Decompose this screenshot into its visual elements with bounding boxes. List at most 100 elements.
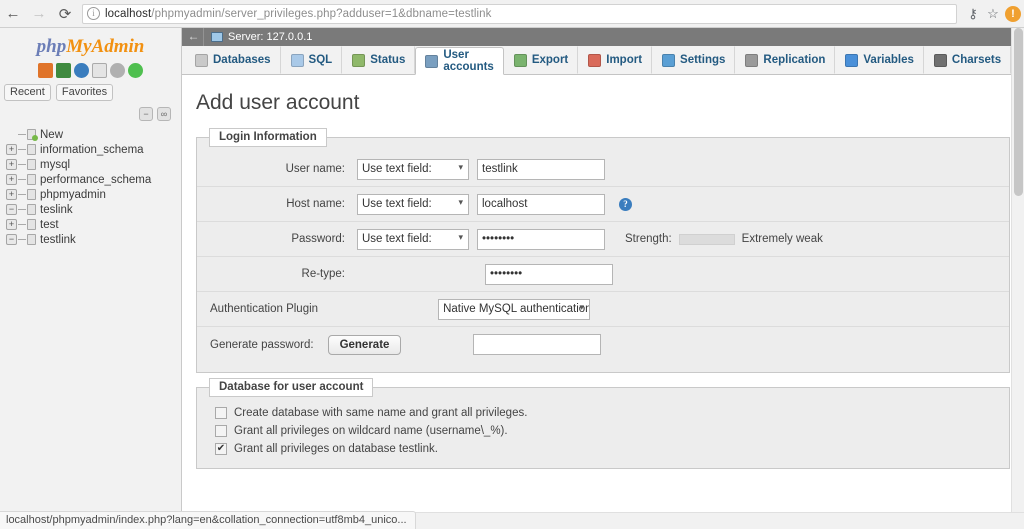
url-path: /phpmyadmin/server_privileges.php?adduse…: [151, 7, 492, 20]
collapse-all-icon[interactable]: −: [139, 107, 153, 121]
user-name-select[interactable]: Use text field:: [357, 158, 469, 180]
strength-meter: [678, 233, 735, 245]
forward-button[interactable]: →: [26, 0, 52, 28]
refresh-icon[interactable]: [128, 63, 143, 78]
password-input[interactable]: [477, 228, 605, 250]
vertical-scrollbar[interactable]: [1011, 28, 1024, 512]
generate-button[interactable]: Generate: [327, 334, 402, 355]
auth-plugin-select[interactable]: Native MySQL authentication: [438, 298, 591, 320]
tree-item-mysql[interactable]: + mysql: [6, 157, 181, 172]
tree-line: [18, 209, 26, 210]
user-name-input[interactable]: [477, 158, 605, 180]
address-bar[interactable]: i localhost/phpmyadmin/server_privileges…: [82, 3, 957, 24]
tree-line: [18, 239, 26, 240]
tab-label: Replication: [763, 54, 826, 66]
host-name-select[interactable]: Use text field:: [357, 193, 469, 215]
database-icon: [27, 174, 36, 185]
retype-input[interactable]: [485, 263, 613, 285]
tree-item-label: testlink: [40, 233, 76, 246]
recent-button[interactable]: Recent: [4, 84, 51, 101]
tree-item-performance_schema[interactable]: + performance_schema: [6, 172, 181, 187]
favorites-button[interactable]: Favorites: [55, 84, 114, 101]
tree-item-phpmyadmin[interactable]: + phpmyadmin: [6, 187, 181, 202]
user-accounts-icon: [425, 54, 439, 68]
database-icon: [27, 144, 36, 155]
expand-icon[interactable]: +: [6, 144, 17, 155]
checkbox-icon[interactable]: ✔: [215, 443, 227, 455]
phpmyadmin-logo[interactable]: phpMyAdmin: [0, 28, 181, 60]
status-bar: localhost/phpmyadmin/index.php?lang=en&c…: [0, 511, 416, 529]
generated-password-input[interactable]: [473, 334, 602, 355]
site-info-icon[interactable]: i: [87, 7, 100, 20]
tree-item-new[interactable]: New: [6, 127, 181, 142]
tab-charsets[interactable]: Charsets: [924, 46, 1012, 74]
tree-item-information_schema[interactable]: + information_schema: [6, 142, 181, 157]
collapse-icon[interactable]: −: [6, 234, 17, 245]
tab-status[interactable]: Status: [342, 46, 416, 74]
main-tab-bar: Databases SQL Status User accounts Export Imp…: [182, 46, 1024, 75]
tree-link-icon[interactable]: ∞: [157, 107, 171, 121]
tree-item-label: New: [40, 128, 64, 141]
password-select[interactable]: Use text field:: [357, 228, 469, 250]
server-icon: [211, 32, 223, 42]
strength-value: Extremely weak: [741, 233, 823, 245]
database-for-user-legend: Database for user account: [209, 378, 374, 397]
settings-gear-icon[interactable]: [110, 63, 125, 78]
checkbox-icon[interactable]: [215, 425, 227, 437]
tree-item-test[interactable]: + test: [6, 217, 181, 232]
tab-variables[interactable]: Variables: [835, 46, 924, 74]
sidebar-icon-row: [0, 60, 181, 82]
host-name-input[interactable]: [477, 193, 605, 215]
tab-sql[interactable]: SQL: [281, 46, 343, 74]
doc-icon[interactable]: [92, 63, 107, 78]
tab-label: User accounts: [443, 49, 494, 73]
tab-user-accounts[interactable]: User accounts: [415, 47, 504, 75]
tree-item-label: mysql: [40, 158, 71, 171]
privilege-checkbox-label: Create database with same name and grant…: [234, 407, 528, 419]
database-icon: [27, 204, 36, 215]
tree-line: [18, 179, 26, 180]
tab-import[interactable]: Import: [578, 46, 653, 74]
tab-databases[interactable]: Databases: [185, 46, 281, 74]
tree-item-label: teslink: [40, 203, 73, 216]
home-icon[interactable]: [38, 63, 53, 78]
login-information-legend: Login Information: [209, 128, 327, 147]
row-host-name: Host name: Use text field: ?: [197, 187, 1009, 222]
tree-line: [18, 224, 26, 225]
privilege-checkbox-row[interactable]: ✔ Grant all privileges on database testli…: [197, 440, 1009, 458]
privilege-checkbox-row[interactable]: Grant all privileges on wildcard name (u…: [197, 422, 1009, 440]
docs-icon[interactable]: [74, 63, 89, 78]
reload-button[interactable]: ⟳: [52, 0, 78, 28]
tree-item-label: performance_schema: [40, 173, 152, 186]
bookmark-star-icon[interactable]: ☆: [983, 0, 1003, 28]
collapse-icon[interactable]: −: [6, 204, 17, 215]
tab-label: Settings: [680, 54, 726, 66]
vertical-scrollbar-thumb[interactable]: [1014, 28, 1023, 196]
user-name-select-wrap: Use text field:: [357, 158, 469, 180]
logout-icon[interactable]: [56, 63, 71, 78]
row-retype: Re-type:: [197, 257, 1009, 292]
host-name-help-icon[interactable]: ?: [619, 197, 632, 211]
expand-icon[interactable]: +: [6, 189, 17, 200]
key-icon[interactable]: ⚷: [963, 0, 983, 28]
checkbox-icon[interactable]: [215, 407, 227, 419]
expand-icon[interactable]: +: [6, 159, 17, 170]
database-icon: [27, 219, 36, 230]
database-icon: [27, 189, 36, 200]
profile-avatar[interactable]: !: [1005, 5, 1021, 22]
tab-settings[interactable]: Settings: [652, 46, 736, 74]
tab-export[interactable]: Export: [504, 46, 579, 74]
tree-item-testlink[interactable]: − testlink: [6, 232, 181, 247]
breadcrumb-back-button[interactable]: ←: [184, 28, 204, 46]
privilege-checkbox-row[interactable]: Create database with same name and grant…: [197, 404, 1009, 422]
back-button[interactable]: ←: [0, 0, 26, 28]
tree-controls: − ∞: [0, 101, 181, 123]
auth-plugin-label: Authentication Plugin: [210, 303, 319, 315]
expand-icon[interactable]: +: [6, 219, 17, 230]
server-title: Server: 127.0.0.1: [228, 31, 313, 43]
tab-replication[interactable]: Replication: [735, 46, 836, 74]
database-for-user-panel: Database for user account Create databas…: [196, 378, 1010, 469]
expand-icon[interactable]: +: [6, 174, 17, 185]
tree-item-teslink[interactable]: − teslink: [6, 202, 181, 217]
